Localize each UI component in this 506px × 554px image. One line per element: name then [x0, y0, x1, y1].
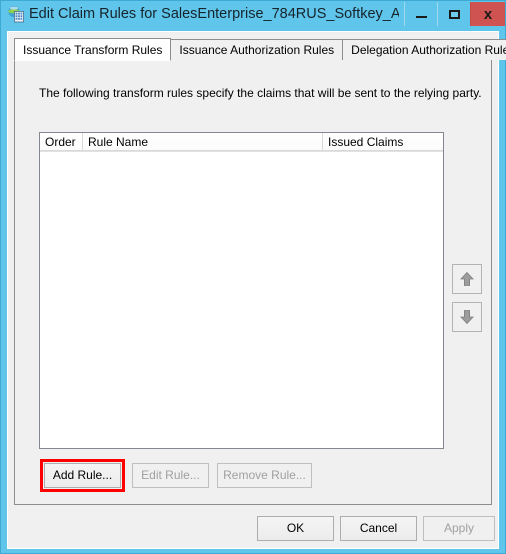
close-button[interactable]: x — [470, 2, 505, 26]
dialog-client-area: Issuance Transform Rules Issuance Author… — [7, 31, 506, 549]
minimize-button[interactable] — [404, 2, 437, 26]
tab-label: Delegation Authorization Rules — [351, 43, 506, 57]
maximize-button[interactable] — [437, 2, 470, 26]
tab-delegation-authorization-rules[interactable]: Delegation Authorization Rules — [342, 39, 506, 60]
column-header-issued-claims[interactable]: Issued Claims — [323, 133, 443, 151]
tab-issuance-authorization-rules[interactable]: Issuance Authorization Rules — [170, 39, 344, 60]
close-icon: x — [483, 5, 493, 23]
column-header-order[interactable]: Order — [40, 133, 83, 151]
apply-button[interactable]: Apply — [423, 516, 495, 541]
dialog-window: Edit Claim Rules for SalesEnterprise_784… — [0, 0, 506, 554]
maximize-icon — [448, 9, 460, 19]
tab-label: Issuance Authorization Rules — [179, 43, 335, 57]
description-text: The following transform rules specify th… — [39, 86, 482, 100]
tab-page-issuance-transform-rules: The following transform rules specify th… — [14, 59, 492, 505]
window-title: Edit Claim Rules for SalesEnterprise_784… — [29, 6, 399, 22]
tab-label: Issuance Transform Rules — [23, 43, 163, 57]
move-rule-down-button[interactable] — [452, 302, 482, 332]
rules-list-view[interactable]: Order Rule Name Issued Claims — [39, 132, 444, 449]
move-down-arrow-icon — [460, 310, 474, 325]
cancel-button[interactable]: Cancel — [340, 516, 417, 541]
column-header-rule-name[interactable]: Rule Name — [83, 133, 323, 151]
adfs-relying-party-icon — [8, 5, 24, 23]
add-rule-button[interactable]: Add Rule... — [44, 463, 121, 488]
move-up-arrow-icon — [460, 271, 474, 286]
tab-strip: Issuance Transform Rules Issuance Author… — [14, 38, 506, 61]
tab-issuance-transform-rules[interactable]: Issuance Transform Rules — [14, 38, 172, 61]
rules-list-body[interactable] — [40, 152, 443, 448]
minimize-icon — [415, 16, 427, 18]
move-rule-up-button[interactable] — [452, 264, 482, 294]
remove-rule-button[interactable]: Remove Rule... — [217, 463, 312, 488]
title-bar[interactable]: Edit Claim Rules for SalesEnterprise_784… — [1, 1, 505, 28]
edit-rule-button[interactable]: Edit Rule... — [132, 463, 209, 488]
rules-list-header: Order Rule Name Issued Claims — [40, 133, 443, 152]
ok-button[interactable]: OK — [257, 516, 334, 541]
